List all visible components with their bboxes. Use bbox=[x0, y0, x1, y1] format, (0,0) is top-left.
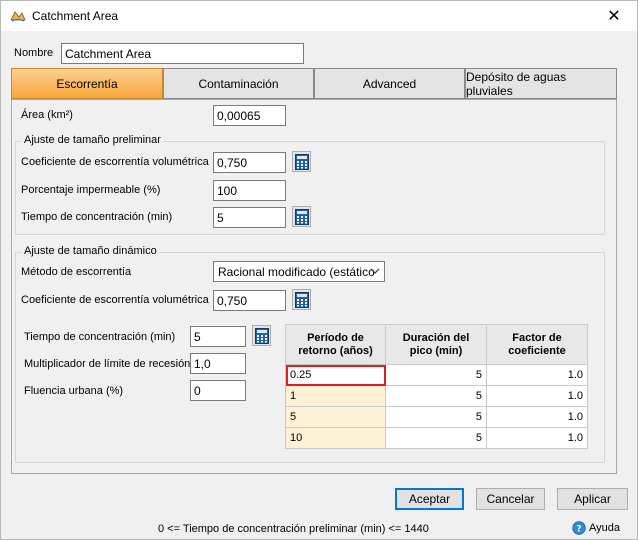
tab-bar: Escorrentía Contaminación Advanced Depós… bbox=[11, 68, 617, 99]
period-cell[interactable]: 5 bbox=[285, 406, 386, 428]
duration-cell[interactable]: 5 bbox=[385, 406, 487, 428]
table-row[interactable]: 5 5 1.0 bbox=[285, 406, 588, 428]
runoff-method-value: Racional modificado (estático bbox=[218, 265, 375, 279]
dynamic-runoff-input[interactable]: 0,750 bbox=[213, 290, 286, 311]
period-cell[interactable]: 10 bbox=[285, 427, 386, 449]
window-title: Catchment Area bbox=[32, 9, 119, 23]
table-row[interactable]: 0.25 5 1.0 bbox=[285, 364, 588, 386]
header-period[interactable]: Período de retorno (años) bbox=[285, 324, 386, 365]
calculator-icon bbox=[254, 327, 269, 344]
dynamic-tc-calc-button[interactable] bbox=[252, 325, 271, 346]
preliminary-impervious-label: Porcentaje impermeable (%) bbox=[21, 184, 161, 196]
tab-escorrentia[interactable]: Escorrentía bbox=[11, 68, 163, 99]
calculator-icon bbox=[294, 208, 309, 225]
factor-cell[interactable]: 1.0 bbox=[486, 406, 588, 428]
urban-label: Fluencia urbana (%) bbox=[24, 385, 124, 397]
preliminary-tc-input[interactable]: 5 bbox=[213, 207, 286, 228]
cancel-button[interactable]: Cancelar bbox=[476, 488, 545, 510]
close-button[interactable]: ✕ bbox=[591, 1, 637, 31]
tab-contaminacion[interactable]: Contaminación bbox=[163, 68, 314, 99]
help-link[interactable]: ? Ayuda bbox=[572, 521, 620, 535]
urban-input[interactable]: 0 bbox=[190, 380, 246, 401]
dynamic-tc-input[interactable]: 5 bbox=[190, 326, 246, 347]
table-row[interactable]: 1 5 1.0 bbox=[285, 385, 588, 407]
chevron-down-icon bbox=[370, 268, 380, 274]
svg-text:?: ? bbox=[576, 525, 581, 535]
recession-label: Multiplicador de límite de recesión bbox=[24, 358, 191, 370]
dynamic-runoff-label: Coeficiente de escorrentía volumétrica bbox=[21, 294, 209, 306]
preliminary-runoff-input[interactable]: 0,750 bbox=[213, 152, 286, 173]
factor-cell[interactable]: 1.0 bbox=[486, 427, 588, 449]
preliminary-impervious-input[interactable]: 100 bbox=[213, 180, 286, 201]
dynamic-group-title: Ajuste de tamaño dinámico bbox=[22, 245, 159, 257]
name-input[interactable]: Catchment Area bbox=[61, 43, 304, 64]
dynamic-tc-label: Tiempo de concentración (min) bbox=[24, 331, 176, 343]
calculator-icon bbox=[294, 153, 309, 170]
table-row[interactable]: 10 5 1.0 bbox=[285, 427, 588, 449]
header-duration[interactable]: Duración del pico (min) bbox=[385, 324, 487, 365]
status-text: 0 <= Tiempo de concentración preliminar … bbox=[158, 523, 429, 535]
return-period-table: Período de retorno (años) Duración del p… bbox=[285, 324, 588, 449]
area-input[interactable]: 0,00065 bbox=[213, 105, 286, 126]
catchment-app-icon bbox=[10, 11, 26, 22]
duration-cell[interactable]: 5 bbox=[385, 385, 487, 407]
name-label: Nombre bbox=[14, 47, 54, 59]
calculator-icon bbox=[294, 291, 309, 308]
duration-cell[interactable]: 5 bbox=[385, 364, 487, 386]
preliminary-tc-label: Tiempo de concentración (min) bbox=[21, 211, 173, 223]
dynamic-method-label: Método de escorrentía bbox=[21, 266, 132, 278]
preliminary-tc-calc-button[interactable] bbox=[292, 206, 311, 227]
accept-button[interactable]: Aceptar bbox=[395, 488, 464, 510]
apply-button[interactable]: Aplicar bbox=[557, 488, 628, 510]
help-label: Ayuda bbox=[589, 522, 620, 534]
catchment-dialog: Catchment Area ✕ Nombre Catchment Area E… bbox=[0, 0, 638, 540]
dynamic-runoff-calc-button[interactable] bbox=[292, 289, 311, 310]
runoff-method-select[interactable]: Racional modificado (estático bbox=[213, 261, 385, 282]
help-icon: ? bbox=[572, 521, 586, 535]
recession-input[interactable]: 1,0 bbox=[190, 353, 246, 374]
factor-cell[interactable]: 1.0 bbox=[486, 385, 588, 407]
close-icon: ✕ bbox=[607, 8, 621, 25]
tab-advanced[interactable]: Advanced bbox=[314, 68, 465, 99]
preliminary-group-title: Ajuste de tamaño preliminar bbox=[22, 134, 163, 146]
title-bar: Catchment Area ✕ bbox=[1, 1, 637, 31]
preliminary-runoff-calc-button[interactable] bbox=[292, 151, 311, 172]
preliminary-runoff-label: Coeficiente de escorrentía volumétrica bbox=[21, 156, 209, 168]
tab-deposito[interactable]: Depósito de aguas pluviales bbox=[465, 68, 617, 99]
table-header-row: Período de retorno (años) Duración del p… bbox=[285, 324, 588, 365]
period-cell[interactable]: 0.25 bbox=[285, 364, 386, 386]
header-factor[interactable]: Factor de coeficiente bbox=[486, 324, 588, 365]
period-cell[interactable]: 1 bbox=[285, 385, 386, 407]
duration-cell[interactable]: 5 bbox=[385, 427, 487, 449]
factor-cell[interactable]: 1.0 bbox=[486, 364, 588, 386]
area-label: Área (km²) bbox=[21, 109, 73, 121]
